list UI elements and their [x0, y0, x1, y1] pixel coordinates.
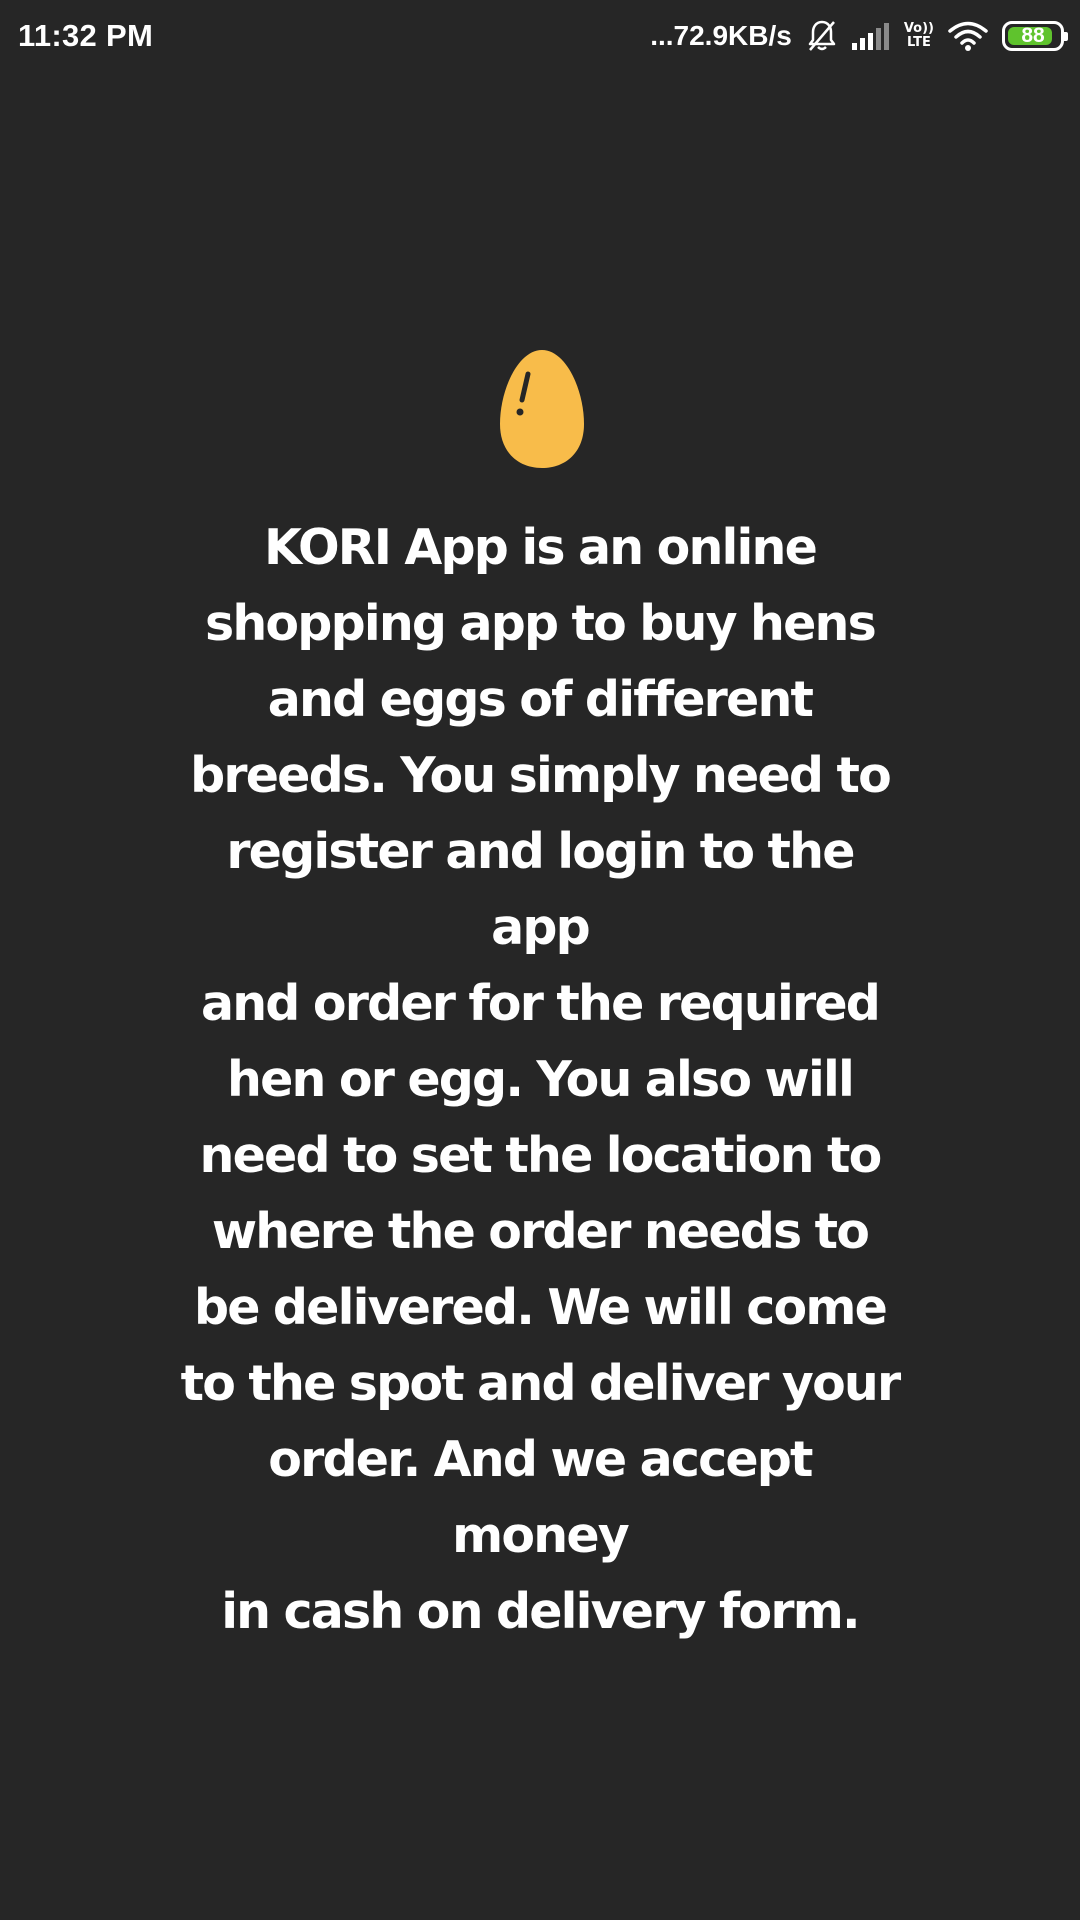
network-speed: ...72.9KB/s: [650, 20, 792, 51]
egg-icon: [498, 348, 586, 470]
signal-icon: [851, 22, 890, 50]
status-time: 11:32 PM: [18, 18, 154, 53]
battery-tip: [1064, 32, 1068, 41]
bell-muted-icon: [806, 19, 838, 53]
status-bar: 11:32 PM ...72.9KB/s Vo)) LTE 88: [0, 0, 1080, 72]
battery-icon: 88: [1002, 21, 1068, 51]
wifi-icon: [948, 20, 988, 52]
volte-icon: Vo)) LTE: [904, 22, 934, 50]
status-icons: ...72.9KB/s Vo)) LTE 88: [650, 14, 1068, 58]
volte-bottom-label: LTE: [906, 35, 931, 50]
battery-level: 88: [1021, 24, 1045, 47]
app-description: KORI App is an online shopping app to bu…: [180, 519, 902, 1640]
volte-top-label: Vo)): [903, 21, 934, 36]
